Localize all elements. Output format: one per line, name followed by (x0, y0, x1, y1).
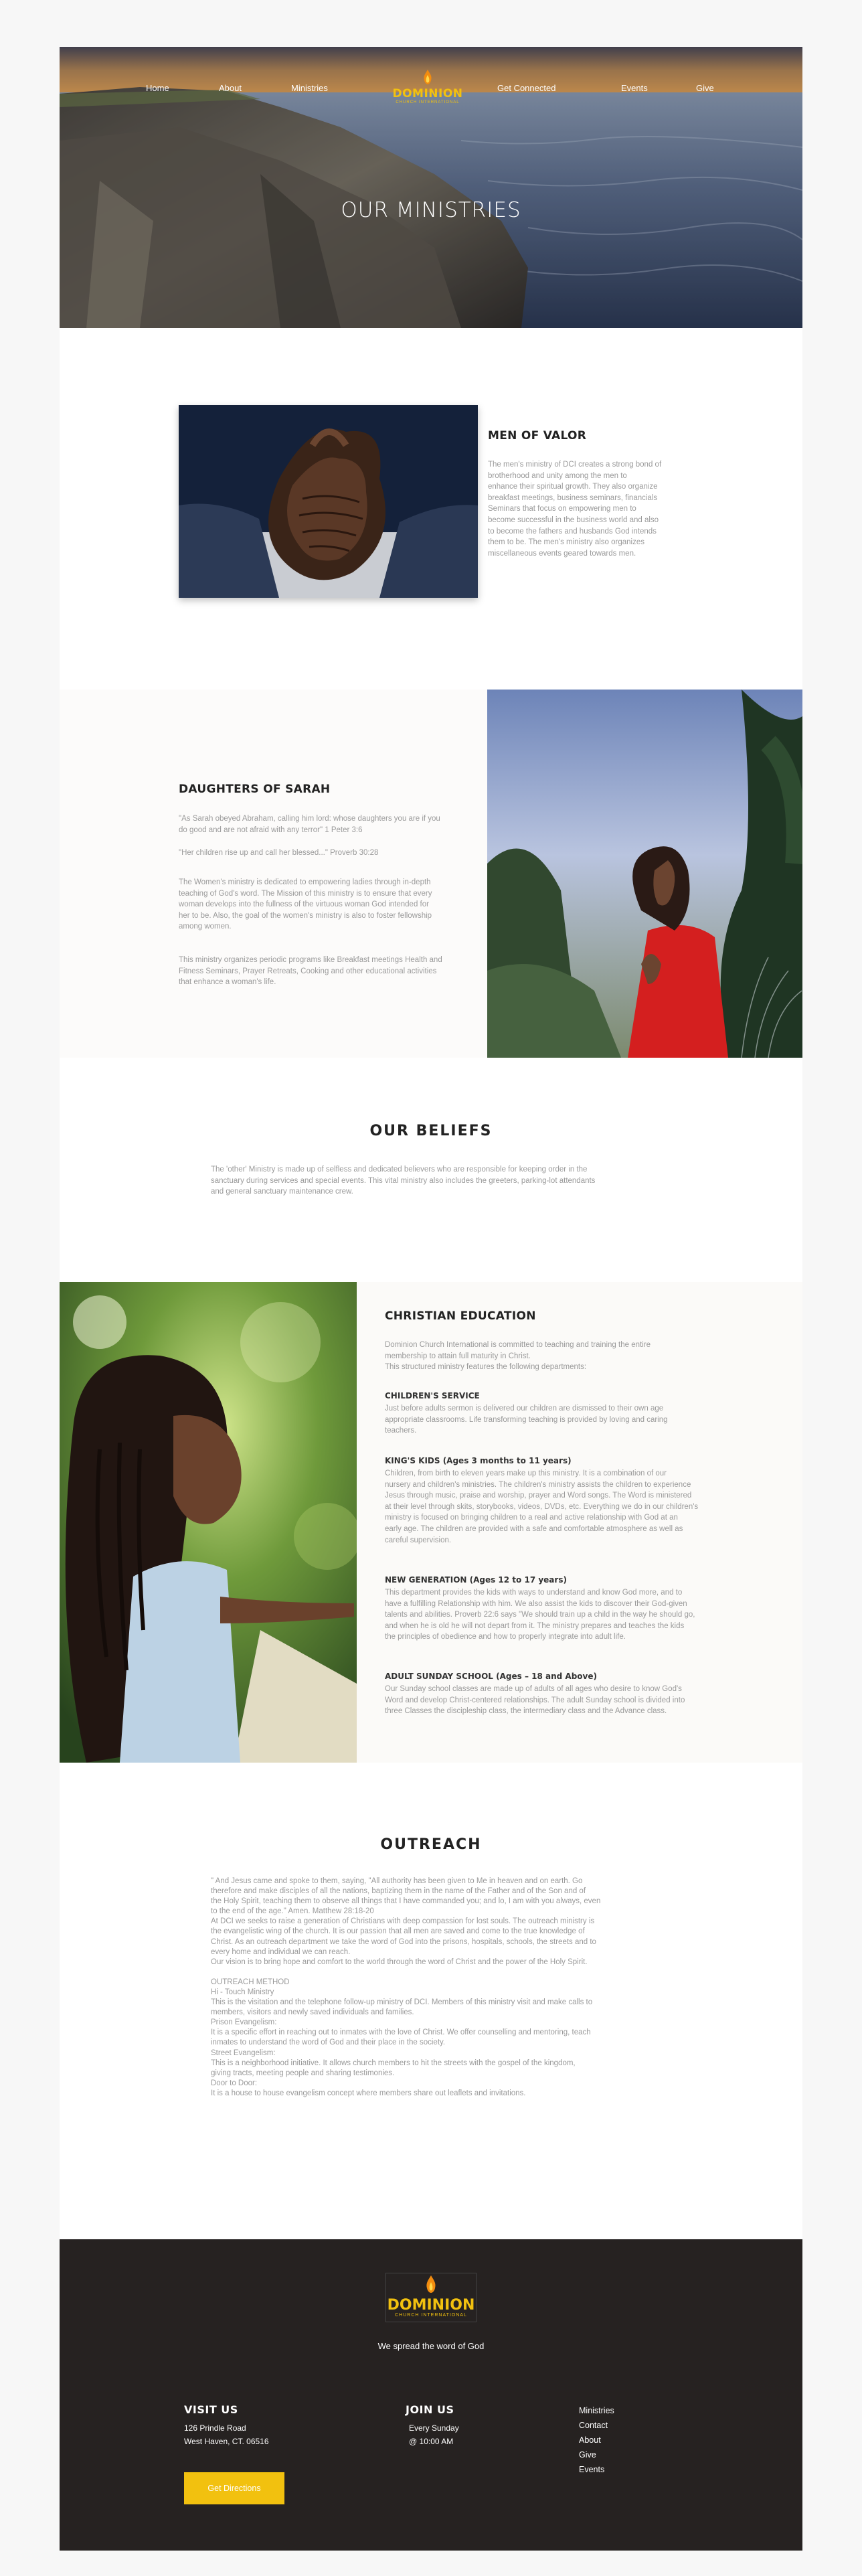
new-generation-heading: NEW GENERATION (Ages 12 to 17 years) (385, 1575, 567, 1585)
footer-link-give[interactable]: Give (579, 2447, 614, 2462)
join-us-schedule: Every Sunday @ 10:00 AM (409, 2423, 459, 2446)
footer-tagline: We spread the word of God (377, 2341, 485, 2351)
daughters-section-bg (60, 690, 487, 1058)
nav-get-connected[interactable]: Get Connected (497, 83, 555, 93)
christian-education-title: CHRISTIAN EDUCATION (385, 1309, 536, 1323)
visit-us-address: 126 Prindle Road West Haven, CT. 06516 (184, 2423, 269, 2446)
nav-ministries[interactable]: Ministries (291, 83, 328, 93)
page: Home About Ministries Get Connected Even… (60, 47, 802, 2551)
kings-kids-heading: KING'S KIDS (Ages 3 months to 11 years) (385, 1456, 572, 1465)
header-logo[interactable]: DOMINION CHURCH INTERNATIONAL (391, 70, 464, 110)
daughters-quote-2: "Her children rise up and call her bless… (179, 849, 379, 857)
kings-kids-text: Children, from birth to eleven years mak… (385, 1469, 699, 1544)
our-beliefs-title: OUR BELIEFS (369, 1123, 493, 1139)
childrens-service-text: Just before adults sermon is delivered o… (385, 1404, 668, 1435)
get-directions-button[interactable]: Get Directions (184, 2472, 284, 2504)
men-of-valor-text: The men's ministry of DCI creates a stro… (488, 461, 662, 558)
our-beliefs-text: The 'other' Ministry is made up of selfl… (211, 1165, 596, 1196)
nav-give[interactable]: Give (696, 83, 714, 93)
outreach-text: " And Jesus came and spoke to them, sayi… (211, 1877, 601, 2097)
footer-link-about[interactable]: About (579, 2433, 614, 2447)
nav-about[interactable]: About (219, 83, 242, 93)
daughters-body-1: The Women's ministry is dedicated to emp… (179, 878, 432, 931)
men-of-valor-title: MEN OF VALOR (488, 429, 587, 442)
page-title: OUR MINISTRIES (341, 198, 521, 222)
daughters-quote-1: "As Sarah obeyed Abraham, calling him lo… (179, 815, 440, 834)
childrens-service-heading: CHILDREN'S SERVICE (385, 1391, 480, 1400)
logo-wordmark: DOMINION (392, 87, 463, 100)
adult-sunday-school-text: Our Sunday school classes are made up of… (385, 1685, 685, 1716)
outreach-title: OUTREACH (380, 1836, 482, 1853)
christian-education-intro: Dominion Church International is committ… (385, 1341, 651, 1372)
flame-icon (424, 70, 432, 84)
logo-subtitle: CHURCH INTERNATIONAL (396, 100, 460, 104)
nav-home[interactable]: Home (146, 83, 169, 93)
site-footer: DOMINION CHURCH INTERNATIONAL We spread … (60, 2239, 802, 2551)
footer-logo-subtitle: CHURCH INTERNATIONAL (395, 2313, 467, 2318)
daughters-of-sarah-title: DAUGHTERS OF SARAH (179, 783, 331, 796)
flame-icon (426, 2275, 436, 2293)
join-us-heading: JOIN US (406, 2403, 454, 2416)
christian-education-image (60, 1282, 357, 1763)
footer-logo-wordmark: DOMINION (387, 2297, 475, 2314)
new-generation-text: This department provides the kids with w… (385, 1589, 695, 1641)
men-of-valor-image (179, 405, 478, 598)
daughters-body-2: This ministry organizes periodic program… (179, 956, 442, 987)
visit-us-heading: VISIT US (184, 2403, 238, 2416)
adult-sunday-school-heading: ADULT SUNDAY SCHOOL (Ages – 18 and Above… (385, 1672, 597, 1681)
footer-nav: Ministries Contact About Give Events (579, 2403, 614, 2477)
footer-link-events[interactable]: Events (579, 2462, 614, 2477)
hero-banner: Home About Ministries Get Connected Even… (60, 47, 802, 328)
footer-link-ministries[interactable]: Ministries (579, 2403, 614, 2418)
footer-logo[interactable]: DOMINION CHURCH INTERNATIONAL (385, 2273, 477, 2322)
footer-link-contact[interactable]: Contact (579, 2418, 614, 2433)
nav-events[interactable]: Events (621, 83, 648, 93)
daughters-of-sarah-image (487, 690, 802, 1058)
